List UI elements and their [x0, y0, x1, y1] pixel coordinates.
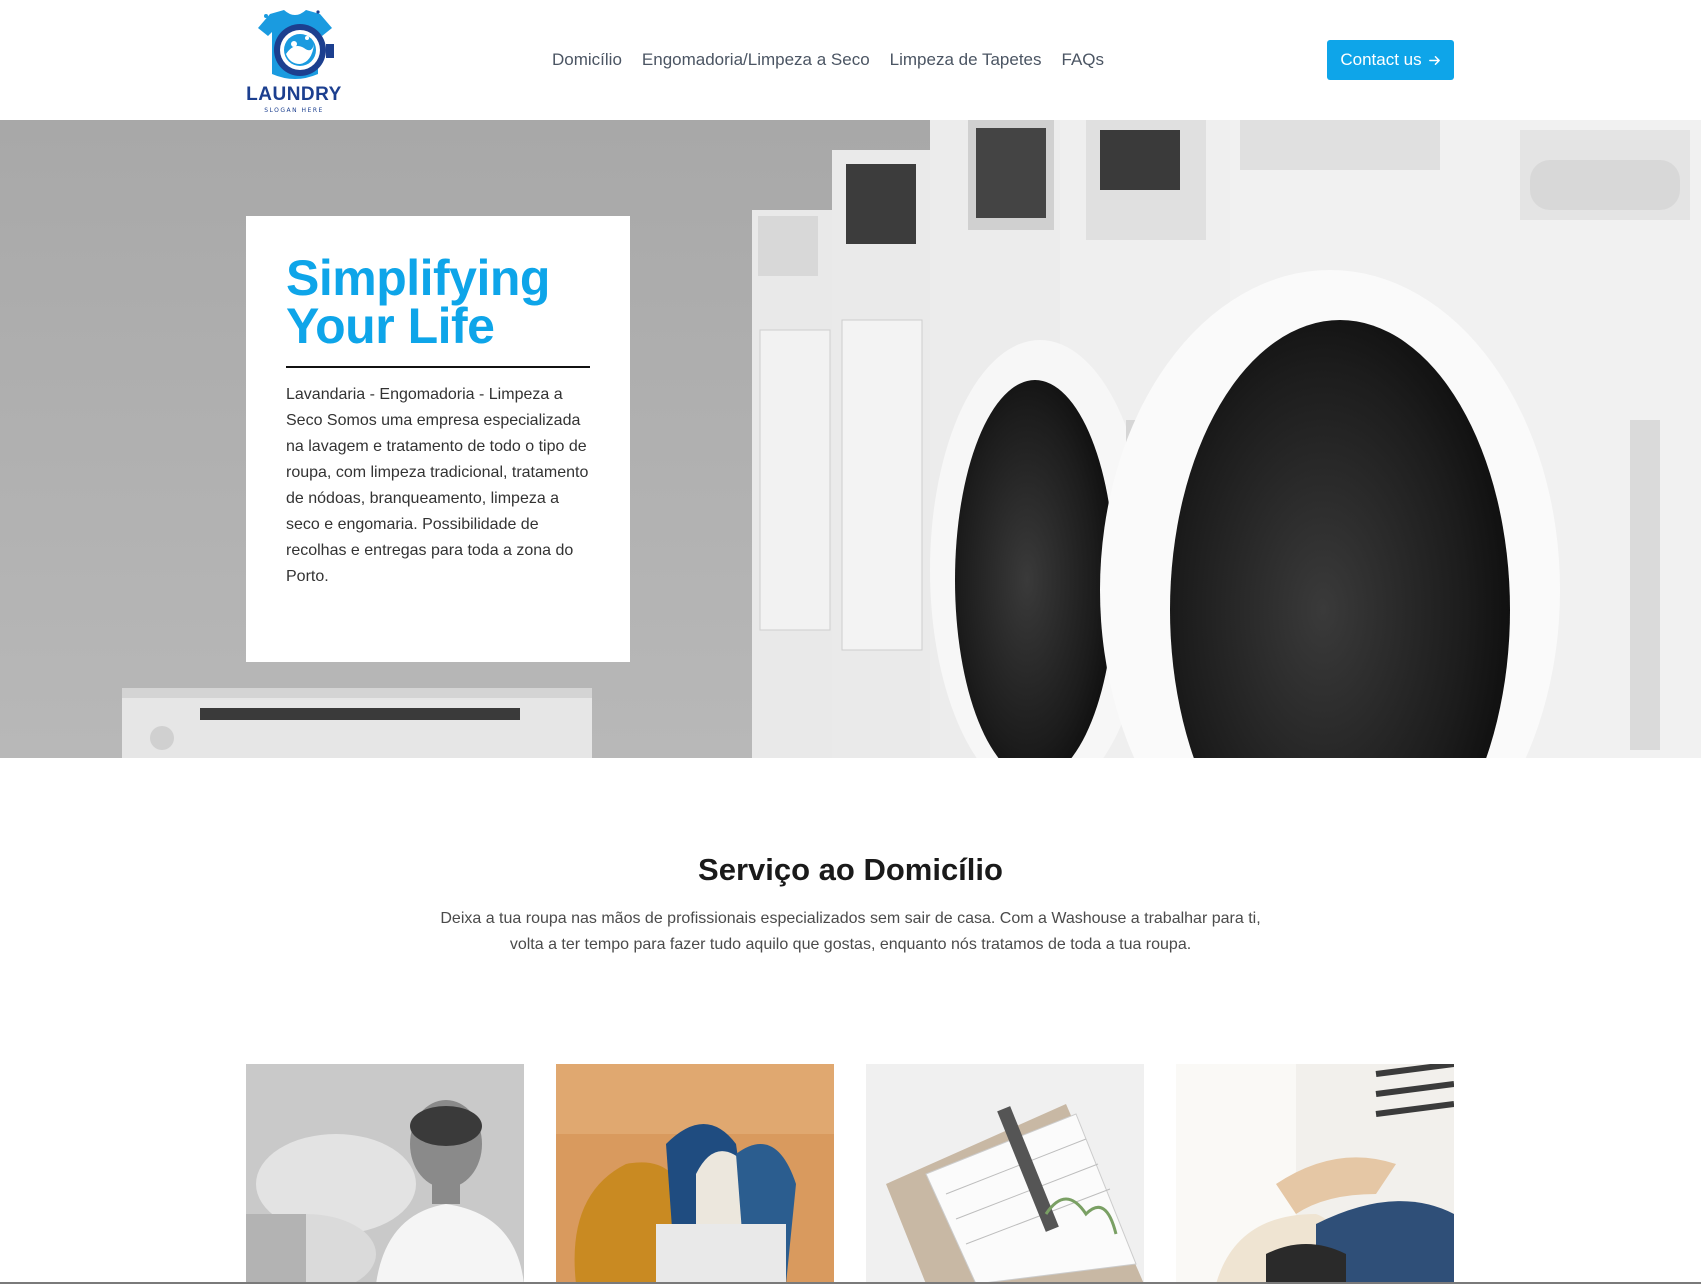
- site-header: LAUNDRY SLOGAN HERE Domicílio Engomadori…: [0, 0, 1701, 120]
- planner-photo: [866, 1064, 1144, 1284]
- arrow-right-icon: [1428, 55, 1440, 65]
- hero-divider: [286, 366, 590, 368]
- services-cards: [246, 1064, 1454, 1284]
- service-card-planner[interactable]: [866, 1064, 1144, 1284]
- sorting-clothes-photo: [1176, 1064, 1454, 1284]
- laundry-logo-icon: [258, 10, 334, 79]
- hero-card: Simplifying Your Life Lavandaria - Engom…: [246, 216, 630, 662]
- services-title: Serviço ao Domicílio: [698, 852, 1003, 887]
- hero-title: Simplifying Your Life: [286, 253, 590, 351]
- contact-us-button[interactable]: Contact us: [1327, 40, 1454, 80]
- main-nav: Domicílio Engomadoria/Limpeza a Seco Lim…: [552, 50, 1104, 72]
- contact-us-label: Contact us: [1340, 50, 1422, 69]
- brand-name: LAUNDRY: [246, 84, 342, 105]
- brand-logo[interactable]: LAUNDRY SLOGAN HERE: [244, 8, 344, 114]
- service-card-sorting[interactable]: [1176, 1064, 1454, 1284]
- service-card-worker[interactable]: [246, 1064, 524, 1284]
- nav-item-engomadoria[interactable]: Engomadoria/Limpeza a Seco: [642, 50, 870, 72]
- nav-item-limpeza-tapetes[interactable]: Limpeza de Tapetes: [890, 50, 1042, 72]
- services-description: Deixa a tua roupa nas mãos de profission…: [440, 910, 1261, 953]
- hero-description: Lavandaria - Engomadoria - Limpeza a Sec…: [286, 386, 589, 585]
- service-card-clothes[interactable]: [556, 1064, 834, 1284]
- nav-item-faqs[interactable]: FAQs: [1062, 50, 1105, 72]
- hero-title-line2: Your Life: [286, 298, 495, 354]
- brand-slogan: SLOGAN HERE: [264, 107, 324, 114]
- folded-clothes-photo: [556, 1064, 834, 1284]
- smiling-worker-photo: [246, 1064, 524, 1284]
- nav-item-domicilio[interactable]: Domicílio: [552, 50, 622, 72]
- hero-section: Simplifying Your Life Lavandaria - Engom…: [0, 120, 1701, 758]
